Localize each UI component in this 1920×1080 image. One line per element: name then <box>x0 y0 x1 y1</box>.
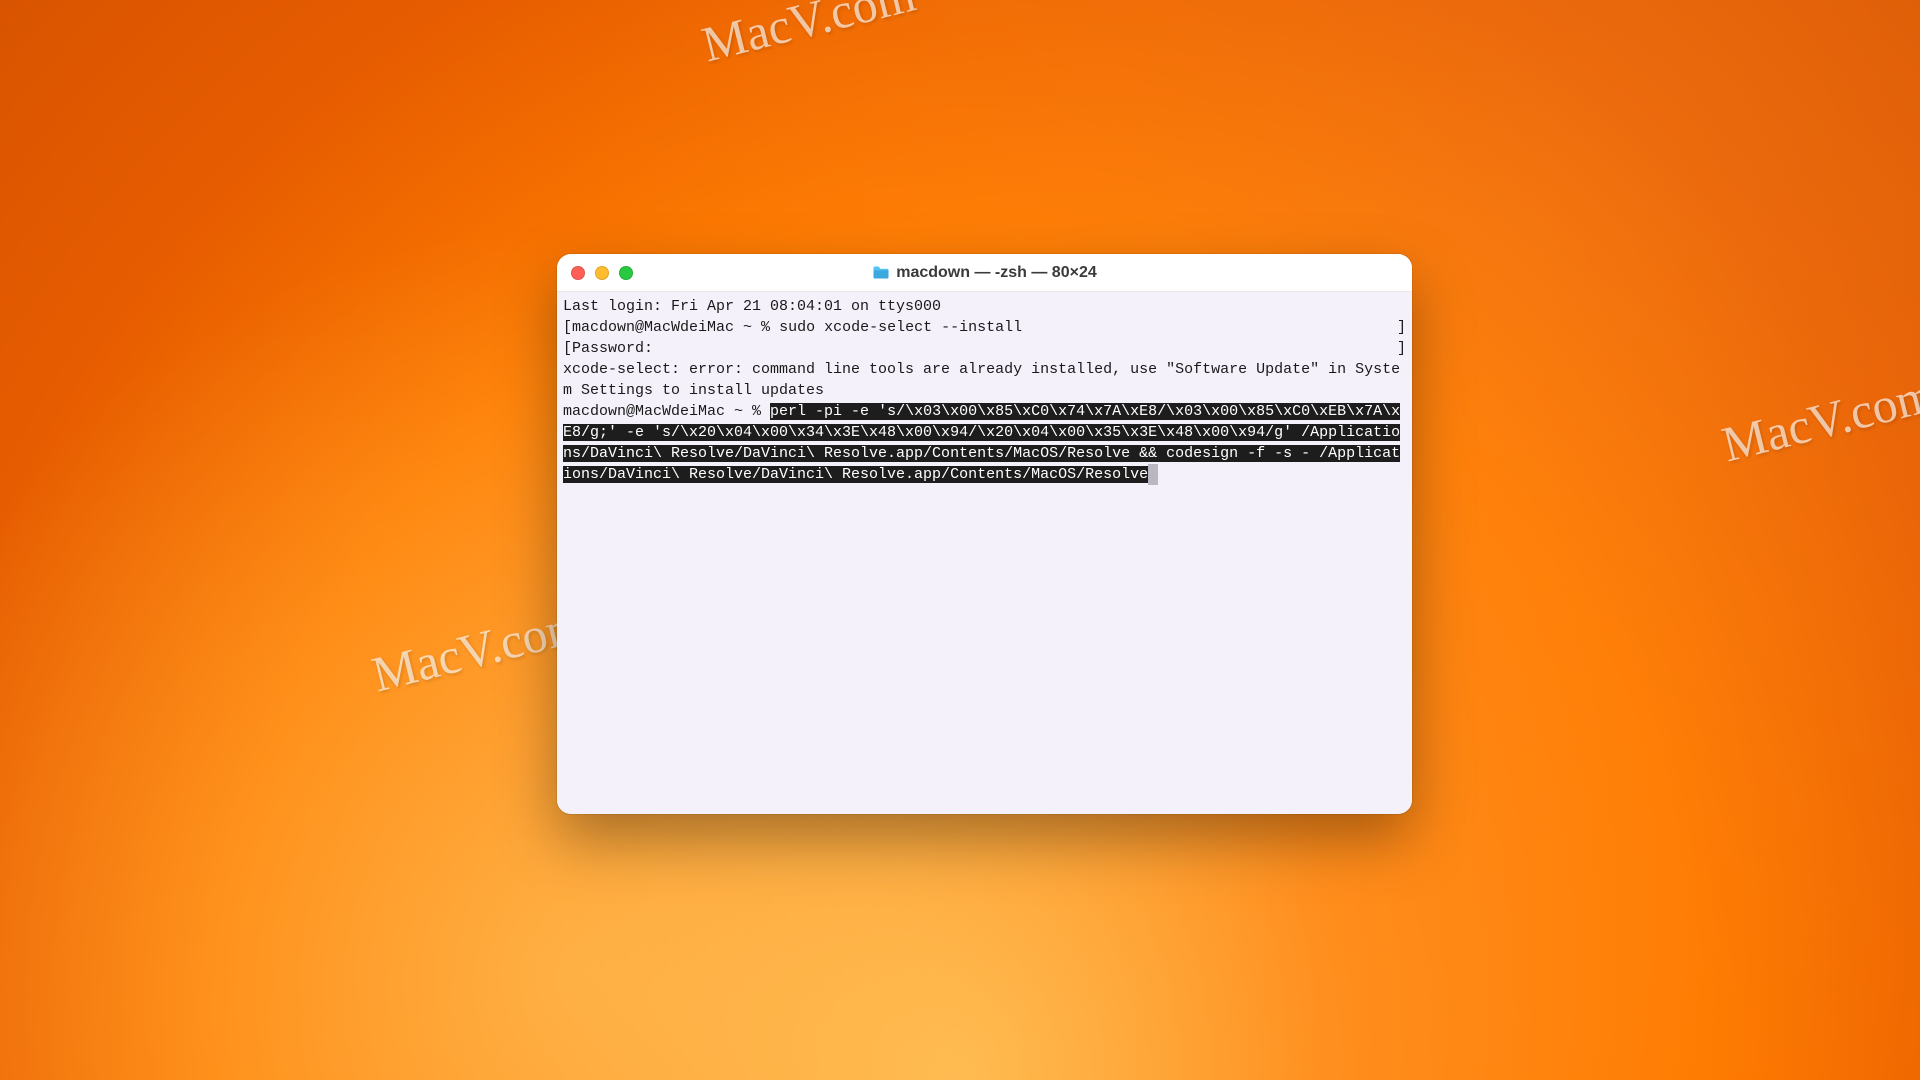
terminal-line: xcode-select: error: command line tools … <box>563 359 1406 401</box>
terminal-window[interactable]: macdown — -zsh — 80×24 Last login: Fri A… <box>557 254 1412 814</box>
close-icon[interactable] <box>571 266 585 280</box>
desktop-wallpaper: MacV.com MacV.com MacV.com macdown — -zs… <box>0 0 1920 1080</box>
terminal-line: [Password:] <box>563 338 1406 359</box>
terminal-line: [macdown@MacWdeiMac ~ % sudo xcode-selec… <box>563 317 1406 338</box>
fullscreen-icon[interactable] <box>619 266 633 280</box>
terminal-line: macdown@MacWdeiMac ~ % perl -pi -e 's/\x… <box>563 401 1406 485</box>
window-title: macdown — -zsh — 80×24 <box>896 264 1097 282</box>
cursor: _ <box>1148 464 1158 485</box>
terminal-content[interactable]: Last login: Fri Apr 21 08:04:01 on ttys0… <box>557 292 1412 814</box>
minimize-icon[interactable] <box>595 266 609 280</box>
window-titlebar[interactable]: macdown — -zsh — 80×24 <box>557 254 1412 292</box>
traffic-lights <box>557 266 633 280</box>
watermark: MacV.com <box>1716 365 1920 474</box>
folder-icon <box>872 265 890 280</box>
watermark: MacV.com <box>696 0 921 73</box>
terminal-line: Last login: Fri Apr 21 08:04:01 on ttys0… <box>563 296 1406 317</box>
